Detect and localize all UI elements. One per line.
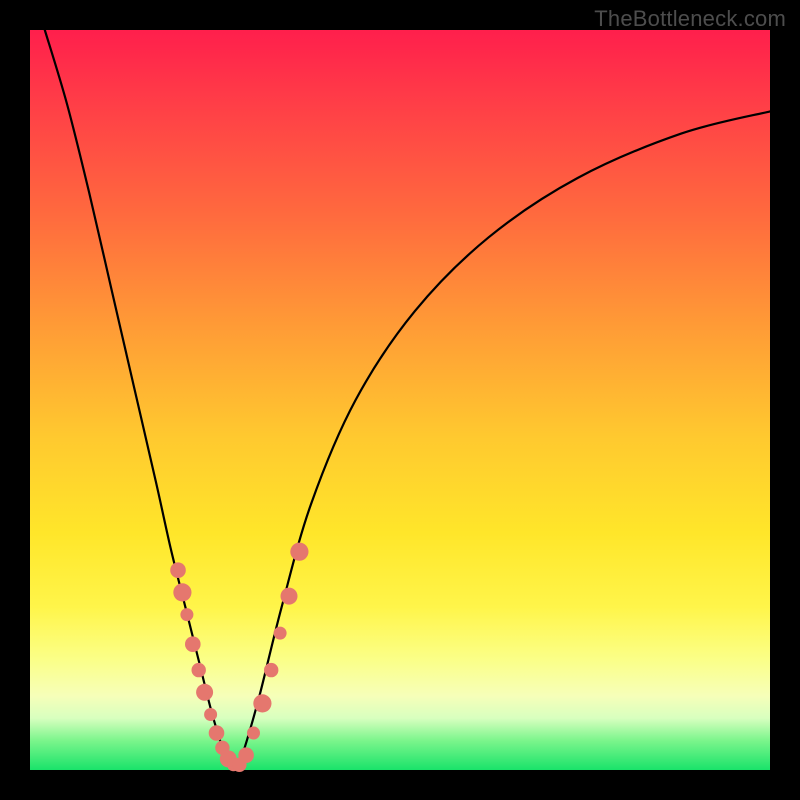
- curve-marker: [209, 725, 225, 741]
- bottleneck-curve: [45, 30, 770, 769]
- curve-marker: [185, 636, 201, 652]
- plot-area: [30, 30, 770, 770]
- curve-marker: [290, 543, 308, 561]
- curve-marker: [264, 663, 278, 677]
- curve-marker: [192, 663, 206, 677]
- curve-marker: [180, 608, 193, 621]
- curve-marker: [204, 708, 217, 721]
- outer-frame: TheBottleneck.com: [0, 0, 800, 800]
- curve-marker: [170, 562, 186, 578]
- curve-marker: [274, 627, 287, 640]
- curve-svg: [30, 30, 770, 770]
- watermark-text: TheBottleneck.com: [594, 6, 786, 32]
- curve-marker: [238, 747, 254, 763]
- curve-marker: [281, 588, 298, 605]
- curve-marker: [247, 727, 260, 740]
- curve-marker: [253, 694, 271, 712]
- curve-markers: [170, 543, 308, 772]
- curve-marker: [173, 583, 191, 601]
- curve-marker: [196, 684, 213, 701]
